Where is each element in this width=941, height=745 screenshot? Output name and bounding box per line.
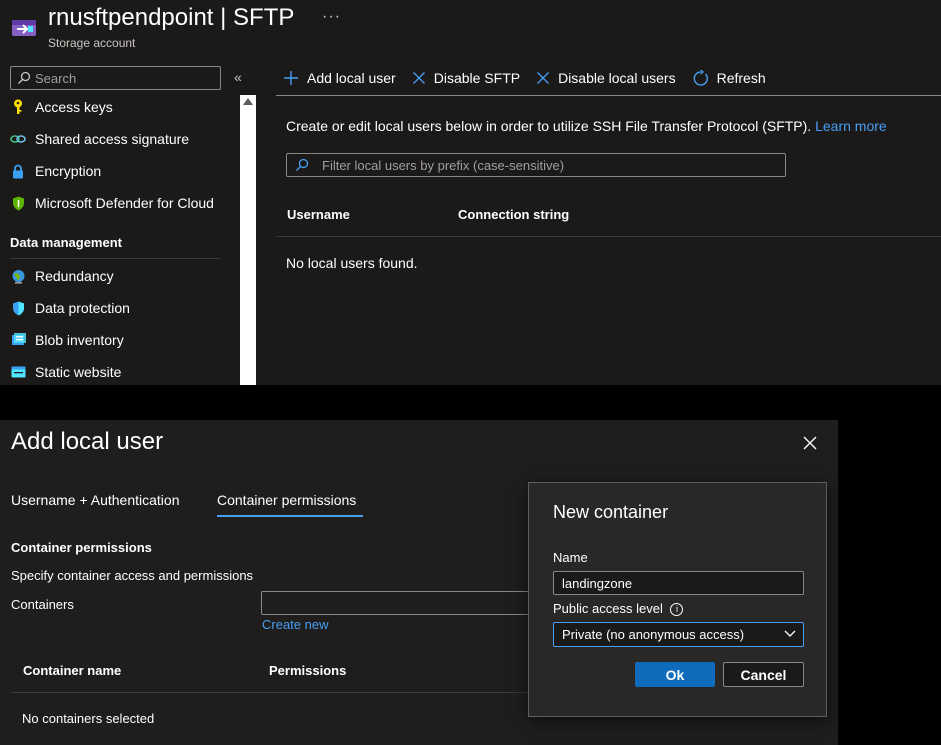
sidebar-item-label: Redundancy — [35, 268, 114, 284]
dialog-title: New container — [553, 502, 669, 522]
info-message: Create or edit local users below in orde… — [286, 118, 812, 134]
public-access-level-label: Public access level i — [553, 601, 684, 617]
column-header-username[interactable]: Username — [287, 207, 350, 222]
sidebar-scrollbar[interactable] — [240, 95, 256, 385]
sidebar-item-data-protection[interactable]: Data protection — [10, 295, 220, 321]
disable-sftp-label: Disable SFTP — [433, 70, 521, 86]
key-icon — [10, 99, 26, 115]
column-header-permissions: Permissions — [269, 663, 347, 678]
ok-button[interactable]: Ok — [635, 662, 715, 687]
sidebar-item-blob-inventory[interactable]: Blob inventory — [10, 327, 220, 353]
close-icon[interactable] — [801, 434, 819, 452]
sidebar-item-access-keys[interactable]: Access keys — [10, 94, 220, 120]
sidebar-item-label: Access keys — [35, 99, 113, 115]
chevron-down-icon — [784, 630, 796, 637]
filter-local-users-input[interactable]: Filter local users by prefix (case-sensi… — [286, 153, 786, 177]
close-icon — [412, 71, 426, 85]
sidebar-item-shared-access-signature[interactable]: Shared access signature — [10, 126, 220, 152]
empty-users-message: No local users found. — [286, 255, 418, 271]
column-header-connection-string[interactable]: Connection string — [458, 207, 569, 222]
container-name-input[interactable]: landingzone — [553, 571, 804, 595]
title-separator: | — [220, 4, 227, 31]
empty-containers-message: No containers selected — [22, 711, 155, 726]
container-permissions-heading: Container permissions — [11, 540, 152, 555]
disable-sftp-button[interactable]: Disable SFTP — [412, 70, 520, 86]
active-tab-indicator — [217, 515, 363, 517]
sftp-blade: rnusftpendpoint | SFTP ··· Storage accou… — [0, 0, 941, 385]
resource-name: rnusftpendpoint — [48, 4, 214, 31]
disable-local-users-label: Disable local users — [558, 70, 676, 86]
table-header-divider — [11, 692, 531, 693]
table-header-divider — [276, 236, 941, 237]
public-access-level-value: Private (no anonymous access) — [562, 627, 745, 642]
link-icon — [10, 131, 26, 147]
website-icon — [10, 364, 26, 380]
sidebar-item-static-website[interactable]: Static website — [10, 359, 220, 385]
sidebar-search-placeholder: Search — [35, 71, 77, 86]
containers-dropdown[interactable] — [261, 591, 531, 615]
tab-username-authentication[interactable]: Username + Authentication — [11, 492, 180, 508]
sidebar-item-label: Encryption — [35, 163, 102, 179]
storage-account-icon — [12, 20, 36, 36]
page-title: rnusftpendpoint | SFTP — [48, 4, 294, 32]
page-name: SFTP — [233, 4, 295, 31]
learn-more-link[interactable]: Learn more — [815, 118, 887, 134]
name-label: Name — [553, 550, 588, 565]
public-access-level-text: Public access level — [553, 601, 663, 616]
filter-placeholder: Filter local users by prefix (case-sensi… — [322, 158, 565, 173]
panel-title: Add local user — [11, 428, 164, 455]
data-protection-icon — [10, 300, 26, 316]
search-icon — [296, 158, 309, 171]
shield-icon — [10, 195, 26, 211]
lock-icon — [10, 163, 26, 179]
close-icon — [536, 71, 550, 85]
inventory-icon — [10, 332, 26, 348]
tab-container-permissions[interactable]: Container permissions — [217, 492, 356, 508]
sidebar-item-label: Data protection — [35, 300, 130, 316]
sidebar-item-encryption[interactable]: Encryption — [10, 158, 220, 184]
add-local-user-button[interactable]: Add local user — [283, 70, 396, 86]
sidebar-item-label: Shared access signature — [35, 131, 190, 147]
refresh-icon — [692, 69, 709, 87]
sidebar-search-input[interactable]: Search — [10, 66, 221, 90]
sftp-info-text: Create or edit local users below in orde… — [286, 118, 887, 134]
sidebar-item-redundancy[interactable]: Redundancy — [10, 263, 220, 289]
column-header-container-name: Container name — [23, 663, 122, 678]
refresh-button[interactable]: Refresh — [692, 69, 766, 87]
sidebar-item-label: Microsoft Defender for Cloud — [35, 195, 214, 211]
new-container-dialog: New container Name landingzone Public ac… — [528, 482, 827, 717]
sidebar-divider — [10, 258, 220, 259]
disable-local-users-button[interactable]: Disable local users — [536, 70, 676, 86]
create-new-link[interactable]: Create new — [262, 617, 328, 632]
add-local-user-label: Add local user — [307, 70, 396, 86]
more-options-button[interactable]: ··· — [322, 8, 341, 26]
resource-type: Storage account — [48, 36, 136, 50]
search-icon — [18, 71, 31, 84]
command-bar: Add local user Disable SFTP Disable loca… — [283, 64, 782, 92]
collapse-sidebar-button[interactable]: « — [234, 69, 242, 85]
container-permissions-description: Specify container access and permissions — [11, 568, 254, 583]
sidebar-item-defender[interactable]: Microsoft Defender for Cloud — [10, 190, 220, 216]
sidebar-item-label: Static website — [35, 364, 122, 380]
scroll-up-arrow-icon[interactable] — [243, 98, 253, 105]
info-icon[interactable]: i — [670, 603, 684, 617]
public-access-level-dropdown[interactable]: Private (no anonymous access) — [553, 622, 804, 647]
plus-icon — [283, 70, 299, 86]
sidebar-item-label: Blob inventory — [35, 332, 124, 348]
containers-label: Containers — [11, 597, 74, 612]
cancel-button[interactable]: Cancel — [723, 662, 804, 687]
toolbar-divider — [276, 95, 941, 96]
sidebar-section-data-management: Data management — [10, 235, 122, 250]
refresh-label: Refresh — [716, 70, 766, 86]
globe-icon — [10, 268, 26, 284]
